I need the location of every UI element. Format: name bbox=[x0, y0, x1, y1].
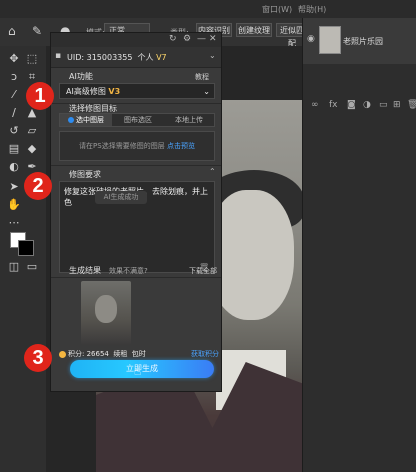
move-tool-icon[interactable]: ✥ bbox=[6, 52, 22, 66]
step-badge-3: 3 bbox=[24, 344, 52, 372]
success-toast: AI生成成功 bbox=[95, 191, 147, 204]
lasso-tool-icon[interactable]: ↄ bbox=[6, 70, 22, 84]
visibility-eye-icon[interactable]: ◉ bbox=[307, 34, 315, 44]
chevron-up-icon[interactable]: ⌃ bbox=[209, 167, 216, 176]
target-hint-text: 请在PS选择需要修图的图层 bbox=[79, 142, 165, 150]
menu-bar: 窗口(W) 帮助(H) bbox=[0, 0, 416, 18]
marquee-tool-icon[interactable]: ⬚ bbox=[24, 52, 40, 66]
refresh-icon[interactable]: ↻ bbox=[169, 34, 177, 44]
fx-icon[interactable]: fx bbox=[329, 100, 338, 110]
recharge-link[interactable]: 续租 bbox=[113, 350, 127, 358]
healing-brush-icon[interactable]: ✎ bbox=[32, 24, 42, 38]
target-option-local-upload[interactable]: 本地上传 bbox=[164, 114, 214, 126]
quick-mask-icon[interactable]: ◫ bbox=[6, 260, 22, 274]
uid-bar: ▪ UID: 315003355 个人 V7 ⌄ bbox=[51, 47, 221, 68]
more-tools-icon[interactable]: ⋯ bbox=[6, 216, 22, 230]
download-all-link[interactable]: 下载全部 bbox=[189, 266, 217, 276]
plugin-titlebar: ↻ ⚙ — ✕ bbox=[51, 33, 221, 47]
layer-thumbnail bbox=[319, 26, 341, 54]
dodge-tool-icon[interactable]: ◐ bbox=[6, 160, 22, 174]
group-icon[interactable]: ▭ bbox=[379, 100, 388, 110]
link-layers-icon[interactable]: ∞ bbox=[311, 100, 319, 110]
mask-icon[interactable]: ◙ bbox=[347, 100, 356, 110]
layers-panel: ◉ 老照片乐园 ∞ fx ◙ ◑ ▭ ⊞ 🗑 bbox=[302, 18, 416, 472]
target-option-canvas-selection[interactable]: 图布选区 bbox=[112, 114, 164, 126]
step-badge-1: 1 bbox=[26, 82, 54, 110]
points-value: 26654 bbox=[86, 350, 109, 358]
brush-tool-icon[interactable]: ∕ bbox=[6, 106, 22, 120]
layer-row[interactable]: ◉ 老照片乐园 bbox=[303, 18, 416, 64]
hand-tool-icon[interactable]: ✋ bbox=[6, 198, 22, 212]
radio-selected-icon bbox=[68, 117, 74, 123]
step-badge-2: 2 bbox=[24, 172, 52, 200]
chevron-down-icon: ⌄ bbox=[203, 87, 210, 96]
chevron-down-icon[interactable]: ⌄ bbox=[209, 51, 216, 60]
generate-button[interactable]: 立即生成 bbox=[70, 360, 214, 378]
timed-plan-link[interactable]: 包时 bbox=[132, 350, 146, 358]
menu-item-help[interactable]: 帮助(H) bbox=[298, 4, 326, 15]
layer-actions-bar: ∞ fx ◙ ◑ ▭ ⊞ 🗑 bbox=[303, 98, 416, 114]
history-brush-icon[interactable]: ↺ bbox=[6, 124, 22, 138]
delete-layer-icon[interactable]: 🗑 bbox=[407, 100, 416, 110]
get-points-link[interactable]: 获取积分 bbox=[191, 349, 219, 359]
adjustment-icon[interactable]: ◑ bbox=[363, 100, 371, 110]
menu-item-window[interactable]: 窗口(W) bbox=[262, 4, 292, 15]
result-thumbnail-face bbox=[95, 295, 117, 323]
result-label: 生成结果 bbox=[69, 266, 101, 275]
ai-mode-version: V3 bbox=[108, 87, 121, 96]
ai-mode-select[interactable]: AI高级修图 V3 ⌄ bbox=[59, 83, 215, 99]
coin-icon bbox=[59, 350, 66, 358]
new-layer-icon[interactable]: ⊞ bbox=[393, 100, 401, 110]
minimize-icon[interactable]: — bbox=[197, 34, 206, 44]
user-icon: ▪ bbox=[55, 51, 62, 61]
eraser-icon[interactable]: ▱ bbox=[24, 124, 40, 138]
home-icon[interactable]: ⌂ bbox=[8, 24, 16, 38]
screen-mode-icon[interactable]: ▭ bbox=[24, 260, 40, 274]
path-select-icon[interactable]: ➤ bbox=[6, 180, 22, 194]
layer-name[interactable]: 老照片乐园 bbox=[343, 36, 383, 47]
hand-cursor-icon: ☝ bbox=[134, 364, 142, 378]
ai-plugin-panel: ↻ ⚙ — ✕ ▪ UID: 315003355 个人 V7 ⌄ AI功能 教程… bbox=[50, 32, 222, 392]
target-segmented-control: 选中图层 图布选区 本地上传 bbox=[59, 113, 215, 127]
divider bbox=[51, 277, 221, 278]
points-row: 积分: 26654 续租 包时 bbox=[59, 349, 146, 359]
gradient-tool-icon[interactable]: ▤ bbox=[6, 142, 22, 156]
eyedropper-icon[interactable]: ⁄ bbox=[6, 88, 22, 102]
background-color-swatch[interactable] bbox=[18, 240, 34, 256]
preview-link[interactable]: 点击预览 bbox=[167, 142, 195, 150]
close-icon[interactable]: ✕ bbox=[209, 34, 217, 44]
divider bbox=[51, 165, 221, 166]
settings-icon[interactable]: ⚙ bbox=[183, 34, 191, 44]
create-texture-button[interactable]: 创建纹理 bbox=[236, 23, 272, 37]
ai-function-label: AI功能 bbox=[69, 72, 93, 81]
target-hint-box: 请在PS选择需要修图的图层 点击预览 bbox=[59, 131, 215, 161]
requirement-label: 修图要求 bbox=[69, 170, 101, 179]
ai-mode-value: AI高级修图 bbox=[66, 87, 106, 96]
tutorial-link[interactable]: 教程 bbox=[195, 72, 209, 82]
target-option-selected-layer[interactable]: 选中图层 bbox=[60, 114, 112, 126]
blur-tool-icon[interactable]: ◆ bbox=[24, 142, 40, 156]
uid-text: UID: 315003355 个人 V7 bbox=[67, 53, 167, 62]
unsatisfied-tag[interactable]: 效果不满意? bbox=[109, 266, 148, 276]
